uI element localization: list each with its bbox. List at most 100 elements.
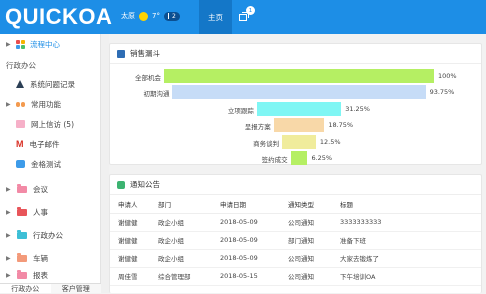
sidebar-item-flow-center[interactable]: ▶ 流程中心 [0, 34, 101, 54]
sidebar-section-title: 行政办公 [6, 61, 36, 70]
sidebar: ▶ 流程中心 行政办公 系统问题记录 ▶ 常用功能 网上信访 (5) M 电子邮… [0, 34, 101, 293]
home-tab[interactable]: 主页 [199, 0, 232, 34]
weather-widget[interactable]: 太原 7° 2 [121, 11, 180, 21]
app-icon [16, 160, 25, 168]
funnel-category-label: 商务谈判 [253, 139, 280, 148]
chevron-right-icon: ▶ [6, 208, 11, 216]
warning-icon [16, 80, 24, 88]
chevron-right-icon: ▶ [6, 185, 11, 193]
funnel-bar[interactable] [256, 101, 342, 116]
logo-text: QUICKOA [5, 4, 113, 29]
funnel-percent-label: 100% [438, 72, 457, 80]
chevron-right-icon: ▶ [6, 100, 11, 108]
funnel-bar[interactable] [273, 118, 325, 133]
chevron-right-icon: ▶ [6, 271, 11, 279]
column-header: 申请人 [110, 195, 150, 214]
home-tab-label: 主页 [208, 12, 223, 22]
folder-icon [17, 269, 27, 279]
cell-title[interactable]: 下午培训OA [332, 267, 481, 286]
panel-title: 通知公告 [130, 180, 160, 189]
funnel-bar[interactable] [282, 134, 316, 149]
table-row[interactable]: 谢健健 政企小组 2018-05-09 公司通知 3333333333 [110, 213, 481, 232]
flow-icon [16, 39, 25, 49]
cell-applicant: 谢健健 [110, 249, 150, 268]
logo: QUICKOA [5, 4, 113, 29]
column-header: 标题 [332, 195, 481, 214]
aqi-value: 2 [171, 12, 176, 20]
cell-title[interactable]: 准备下班 [332, 231, 481, 250]
sidebar-item-label: 流程中心 [30, 39, 60, 49]
cell-department: 政企小组 [150, 213, 212, 232]
windows-button[interactable]: 1 [232, 0, 255, 34]
funnel-percent-label: 93.75% [429, 88, 455, 97]
cell-date: 2018-05-15 [212, 267, 280, 286]
funnel-category-label: 呈报方案 [244, 123, 271, 132]
gmail-icon: M [16, 139, 24, 149]
funnel-category-label: 签约成交 [261, 156, 288, 164]
windows-icon [239, 11, 249, 21]
chevron-right-icon: ▶ [6, 254, 11, 262]
cell-department: 政企小组 [150, 249, 212, 268]
notice-panel: 通知公告 申请人 部门 申请日期 通知类型 标题 谢健健 政企小组 2018-0… [109, 174, 482, 293]
tab-customer-management[interactable]: 客户管理 [51, 284, 102, 293]
funnel-bar[interactable] [172, 85, 426, 100]
folder-icon [17, 229, 27, 239]
funnel-category-label: 全部机会 [135, 74, 161, 82]
funnel-percent-label: 31.25% [345, 104, 370, 113]
cell-type: 公司通知 [280, 213, 332, 232]
megaphone-icon [117, 180, 125, 189]
sidebar-item-label: 行政办公 [33, 230, 63, 240]
cell-applicant: 周佳雪 [110, 267, 150, 286]
cell-applicant: 谢健健 [110, 231, 150, 250]
table-row[interactable]: 谢健健 政企小组 2018-05-09 部门通知 准备下班 [110, 231, 481, 250]
funnel-percent-label: 6.25% [311, 154, 333, 162]
cell-date: 2018-05-09 [212, 249, 280, 268]
cell-applicant: 谢健健 [110, 213, 150, 232]
folder-icon [17, 183, 27, 193]
cell-type: 部门通知 [280, 231, 332, 250]
funnel-percent-label: 18.75% [328, 121, 354, 130]
sidebar-item-label: 会议 [33, 184, 48, 194]
sidebar-folder-meeting[interactable]: ▶ 会议 [0, 179, 101, 199]
table-header-row: 申请人 部门 申请日期 通知类型 标题 [110, 195, 481, 214]
funnel-category-label: 初期沟通 [143, 90, 170, 99]
sidebar-item-label: 报表 [33, 270, 48, 280]
city-label: 太原 [121, 12, 135, 20]
sidebar-item-petition[interactable]: 网上信访 (5) [0, 114, 101, 134]
sidebar-item-label: 常用功能 [31, 99, 61, 109]
sidebar-folder-vehicles[interactable]: ▶ 车辆 [0, 248, 101, 268]
table-row[interactable]: 谢健健 政企小组 2018-05-09 公司通知 大家去锻炼了 [110, 249, 481, 268]
cell-type: 公司通知 [280, 267, 332, 286]
sidebar-item-email[interactable]: M 电子邮件 [0, 134, 101, 154]
funnel-icon [117, 49, 125, 58]
folder-icon [17, 206, 27, 216]
sun-icon [139, 11, 148, 21]
column-header: 通知类型 [280, 195, 332, 214]
sidebar-item-issue-log[interactable]: 系统问题记录 [0, 74, 101, 94]
funnel-bar[interactable] [290, 151, 308, 165]
temperature: 7° [152, 12, 160, 20]
sidebar-item-label: 系统问题记录 [30, 79, 75, 89]
funnel-chart: 全部机会 100% 初期沟通 93.75% 立项跟踪 31.25% 呈报方案 18.75% 商务… [110, 64, 481, 184]
users-icon [16, 101, 25, 107]
cell-title[interactable]: 大家去锻炼了 [332, 249, 481, 268]
tab-admin-office[interactable]: 行政办公 [0, 284, 51, 293]
funnel-percent-label: 12.5% [319, 137, 341, 146]
cell-department: 政企小组 [150, 231, 212, 250]
sidebar-folder-admin[interactable]: ▶ 行政办公 [0, 225, 101, 245]
funnel-bar[interactable] [164, 69, 434, 83]
sidebar-folder-hr[interactable]: ▶ 人事 [0, 202, 101, 222]
panel-title: 销售漏斗 [130, 49, 160, 58]
table-row[interactable]: 周佳雪 综合管理部 2018-05-15 公司通知 下午培训OA [110, 267, 481, 286]
column-header: 部门 [150, 195, 212, 214]
notice-table: 申请人 部门 申请日期 通知类型 标题 谢健健 政企小组 2018-05-09 … [110, 195, 481, 286]
sidebar-item-jinge-test[interactable]: 金格测试 [0, 154, 101, 174]
cell-title[interactable]: 3333333333 [332, 213, 481, 232]
mailbox-icon [16, 120, 25, 128]
sidebar-item-label: 金格测试 [31, 159, 61, 169]
sidebar-item-common-functions[interactable]: ▶ 常用功能 [0, 94, 101, 114]
sidebar-folder-reports[interactable]: ▶ 报表 [0, 268, 101, 282]
sidebar-item-label: 车辆 [33, 253, 48, 263]
panel-header: 销售漏斗 [110, 44, 481, 64]
cell-date: 2018-05-09 [212, 231, 280, 250]
